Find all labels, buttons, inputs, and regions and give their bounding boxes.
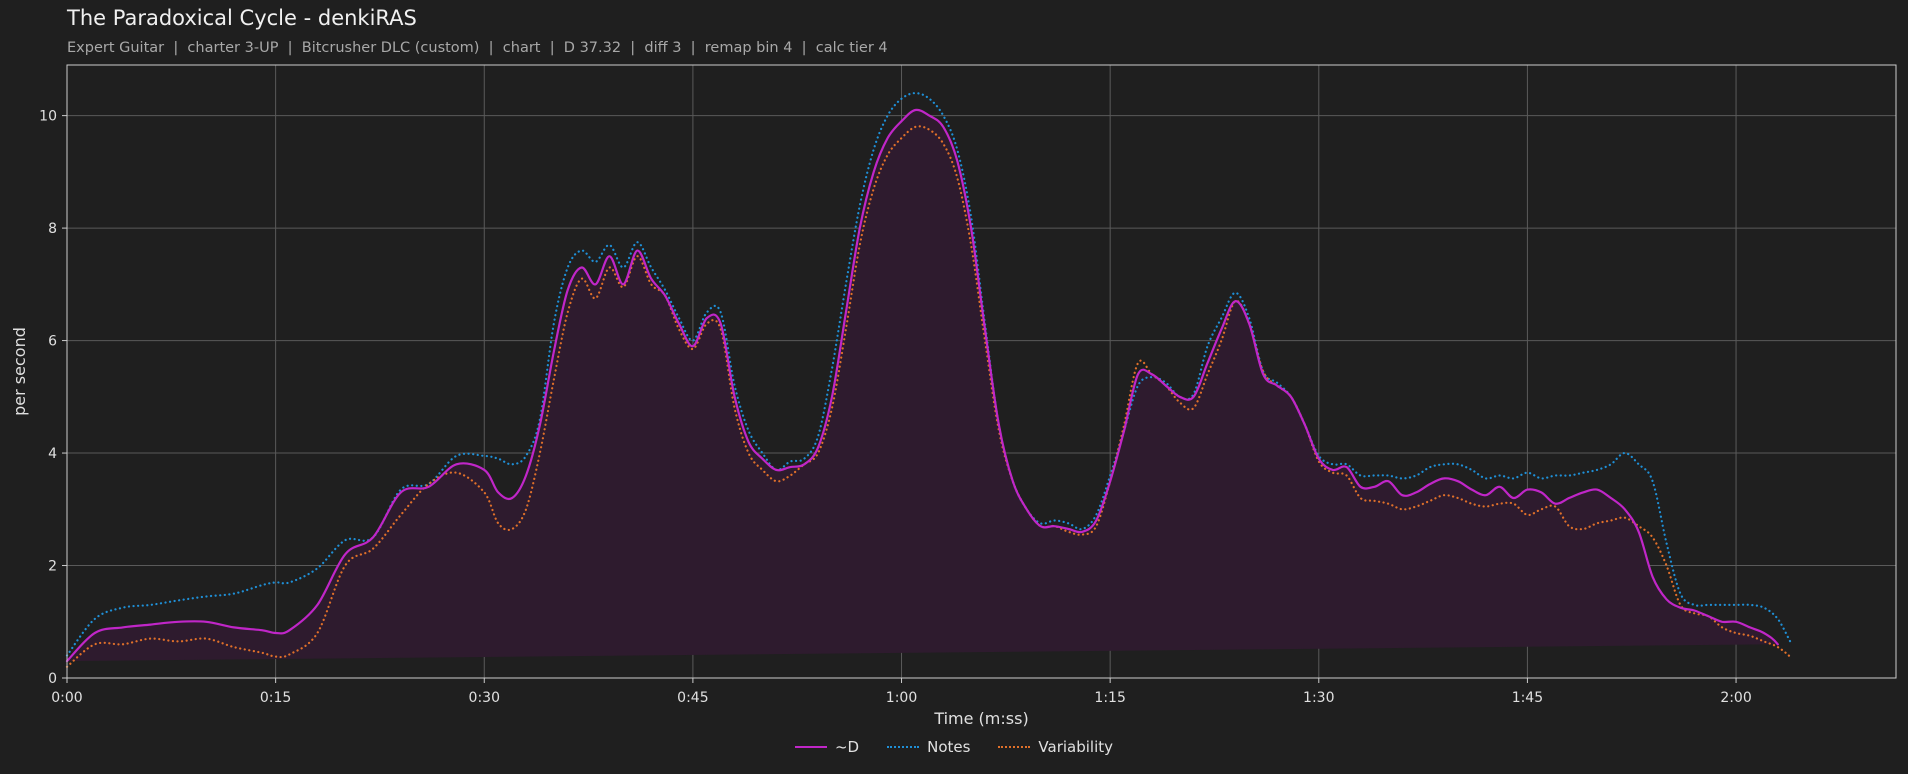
y-tick-label: 10 bbox=[39, 109, 57, 125]
series-area-d bbox=[67, 109, 1778, 662]
legend-swatch-d bbox=[794, 746, 827, 748]
legend-item-d: ~D bbox=[794, 738, 860, 756]
legend-item-notes: Notes bbox=[887, 738, 970, 756]
y-tick-label: 8 bbox=[48, 221, 57, 237]
y-axis-ticks: 0 2 4 6 8 10 bbox=[39, 109, 67, 687]
legend-label-notes: Notes bbox=[927, 738, 971, 756]
x-axis-ticks: 0:00 0:15 0:30 0:45 1:00 1:15 1:30 1:45 2:00 bbox=[51, 678, 1752, 706]
legend-label-variability: Variability bbox=[1038, 738, 1114, 756]
x-tick-label: 1:00 bbox=[886, 690, 917, 706]
chart-svg: 0:00 0:15 0:30 0:45 1:00 1:15 1:30 1:45 2:00 0 2 4… bbox=[10, 64, 1897, 728]
y-axis-label: per second bbox=[10, 327, 29, 416]
x-tick-label: 1:15 bbox=[1094, 690, 1125, 706]
legend: ~D Notes Variability bbox=[0, 738, 1908, 756]
y-tick-label: 0 bbox=[48, 671, 57, 687]
area-fill-layer bbox=[67, 109, 1778, 662]
legend-label-d: ~D bbox=[834, 738, 860, 756]
x-tick-label: 0:45 bbox=[677, 690, 708, 706]
x-tick-label: 0:30 bbox=[469, 690, 500, 706]
legend-item-variability: Variability bbox=[998, 738, 1113, 756]
x-tick-label: 0:15 bbox=[260, 690, 291, 706]
y-tick-label: 2 bbox=[48, 559, 57, 575]
x-tick-label: 2:00 bbox=[1720, 690, 1751, 706]
y-tick-label: 4 bbox=[48, 446, 57, 462]
x-tick-label: 1:30 bbox=[1303, 690, 1334, 706]
legend-swatch-notes bbox=[887, 746, 920, 748]
x-tick-label: 0:00 bbox=[51, 690, 82, 706]
y-tick-label: 6 bbox=[48, 334, 57, 350]
legend-swatch-variability bbox=[998, 746, 1031, 748]
x-tick-label: 1:45 bbox=[1512, 690, 1543, 706]
x-axis-label: Time (m:ss) bbox=[933, 709, 1028, 728]
